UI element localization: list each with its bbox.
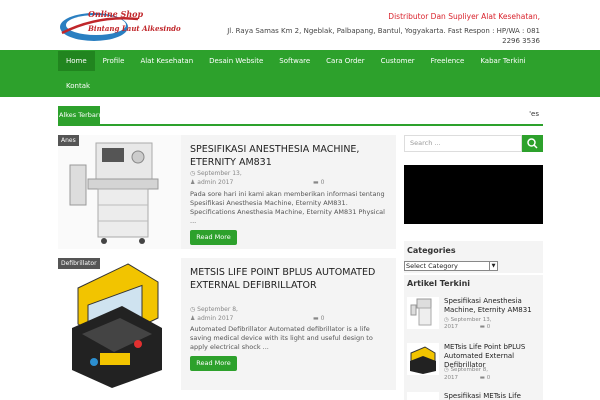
defibrillator-thumb bbox=[410, 346, 436, 374]
post-excerpt: Pada sore hari ini kami akan memberikan … bbox=[190, 190, 385, 225]
site-address: Jl. Raya Samas Km 2, Ngeblak, Palbapang,… bbox=[227, 27, 540, 45]
post-date-text: September 13, bbox=[197, 170, 242, 177]
search-input[interactable]: Search ... bbox=[404, 135, 522, 152]
nav-item-freelence[interactable]: Freelence bbox=[423, 51, 473, 71]
nav-item-desain-website[interactable]: Desain Website bbox=[201, 51, 271, 71]
recent-post-meta: 2017 ▬ 0 bbox=[444, 324, 490, 330]
recent-posts-title: Artikel Terkini bbox=[407, 279, 471, 288]
post-author[interactable]: ♟ admin 2017 bbox=[190, 315, 233, 322]
post-date: ◷ September 13, bbox=[190, 170, 242, 177]
post-card: Defibrillator METSIS LIFE POINT BPLUS AU… bbox=[58, 258, 396, 390]
post-title[interactable]: SPESIFIKASI ANESTHESIA MACHINE, ETERNITY… bbox=[190, 143, 390, 169]
nav-item-software[interactable]: Software bbox=[271, 51, 318, 71]
ticker-label: Alkes Terbaru bbox=[58, 106, 100, 124]
nav-item-alat-kesehatan[interactable]: Alat Kesehatan bbox=[132, 51, 201, 71]
recent-post-title[interactable]: METsis Life Point bPLUS Automated Extern… bbox=[444, 343, 542, 370]
recent-post-thumbnail[interactable] bbox=[407, 392, 439, 400]
recent-date-text: September 13, bbox=[450, 317, 492, 323]
post-author-text: admin 2017 bbox=[197, 315, 234, 322]
category-badge[interactable]: Anes bbox=[58, 135, 79, 146]
post-title[interactable]: METSIS LIFE POINT BPLUS AUTOMATED EXTERN… bbox=[190, 266, 390, 292]
nav-item-kabar-terkini[interactable]: Kabar Terkini bbox=[472, 51, 533, 71]
category-badge[interactable]: Defibrillator bbox=[58, 258, 100, 269]
post-comments[interactable]: ▬ 0 bbox=[313, 179, 324, 186]
post-date-text: September 8, bbox=[197, 306, 238, 313]
recent-post-thumbnail[interactable] bbox=[407, 297, 439, 329]
recent-post-date: ◷ September 8, bbox=[444, 367, 488, 373]
site-logo[interactable]: Online Shop Bintang Laut Alkesindo bbox=[58, 5, 190, 45]
nav-item-profile[interactable]: Profile bbox=[95, 51, 133, 71]
recent-post-item[interactable]: METsis Life Point bPLUS Automated Extern… bbox=[404, 341, 543, 389]
recent-post-thumbnail[interactable] bbox=[407, 343, 439, 375]
post-comments[interactable]: ▬ 0 bbox=[313, 315, 324, 322]
ticker-text[interactable]: 'es bbox=[529, 110, 539, 118]
main-nav: Home Profile Alat Kesehatan Desain Websi… bbox=[0, 50, 600, 97]
nav-item-kontak[interactable]: Kontak bbox=[58, 76, 98, 96]
recent-post-date: ◷ September 13, bbox=[444, 317, 491, 323]
chevron-down-icon: ▼ bbox=[489, 262, 497, 270]
anesthesia-machine-image bbox=[58, 135, 181, 249]
comment-icon: ▬ bbox=[313, 179, 321, 186]
category-select-value: Select Category bbox=[406, 262, 458, 270]
defibrillator-image bbox=[58, 258, 181, 390]
nav-item-home[interactable]: Home bbox=[58, 51, 95, 71]
post-thumbnail[interactable]: Defibrillator bbox=[58, 258, 181, 390]
comment-icon: ▬ bbox=[479, 324, 487, 330]
post-author-text: admin 2017 bbox=[197, 179, 234, 186]
nav-item-customer[interactable]: Customer bbox=[373, 51, 423, 71]
site-header: Online Shop Bintang Laut Alkesindo Distr… bbox=[0, 0, 600, 50]
recent-date-text: September 8, bbox=[450, 367, 488, 373]
logo-line1: Online Shop bbox=[88, 9, 144, 19]
post-date: ◷ September 8, bbox=[190, 306, 238, 313]
nav-row: Kontak bbox=[58, 76, 98, 98]
post-card: Anes SPESIFIKASI ANESTHESIA MACHINE, ETE… bbox=[58, 135, 396, 249]
comment-count: 0 bbox=[486, 324, 491, 330]
recent-year-text: 2017 bbox=[444, 375, 458, 381]
logo-line2: Bintang Laut Alkesindo bbox=[88, 24, 181, 33]
search-button[interactable] bbox=[522, 135, 543, 152]
anesthesia-machine-thumb bbox=[410, 298, 432, 326]
comment-count: 0 bbox=[320, 179, 325, 186]
news-ticker: Alkes Terbaru 'es bbox=[58, 106, 543, 126]
read-more-button[interactable]: Read More bbox=[190, 356, 237, 371]
recent-post-title[interactable]: Spesifikasi Anesthesia Machine, Eternity… bbox=[444, 297, 542, 315]
comment-icon: ▬ bbox=[479, 375, 487, 381]
video-embed[interactable] bbox=[404, 165, 543, 224]
recent-post-item[interactable]: Spesifikasi METsis Life bbox=[404, 390, 543, 400]
read-more-button[interactable]: Read More bbox=[190, 230, 237, 245]
nav-item-cara-order[interactable]: Cara Order bbox=[318, 51, 372, 71]
post-excerpt: Automated Defibrillator Automated defibr… bbox=[190, 325, 373, 351]
recent-post-title[interactable]: Spesifikasi METsis Life bbox=[444, 392, 542, 400]
recent-post-meta: 2017 ▬ 0 bbox=[444, 375, 490, 381]
comment-count: 0 bbox=[486, 375, 491, 381]
comment-count: 0 bbox=[320, 315, 325, 322]
recent-post-item[interactable]: Spesifikasi Anesthesia Machine, Eternity… bbox=[404, 295, 543, 343]
recent-year-text: 2017 bbox=[444, 324, 458, 330]
post-thumbnail[interactable]: Anes bbox=[58, 135, 181, 249]
category-select[interactable]: Select Category ▼ bbox=[404, 261, 498, 271]
site-tagline: Distributor Dan Supliyer Alat Kesehatan, bbox=[388, 12, 540, 21]
nav-row: Home Profile Alat Kesehatan Desain Websi… bbox=[58, 51, 534, 73]
search-icon bbox=[527, 138, 538, 149]
comment-icon: ▬ bbox=[313, 315, 321, 322]
categories-title: Categories bbox=[407, 246, 456, 255]
post-author[interactable]: ♟ admin 2017 bbox=[190, 179, 233, 186]
